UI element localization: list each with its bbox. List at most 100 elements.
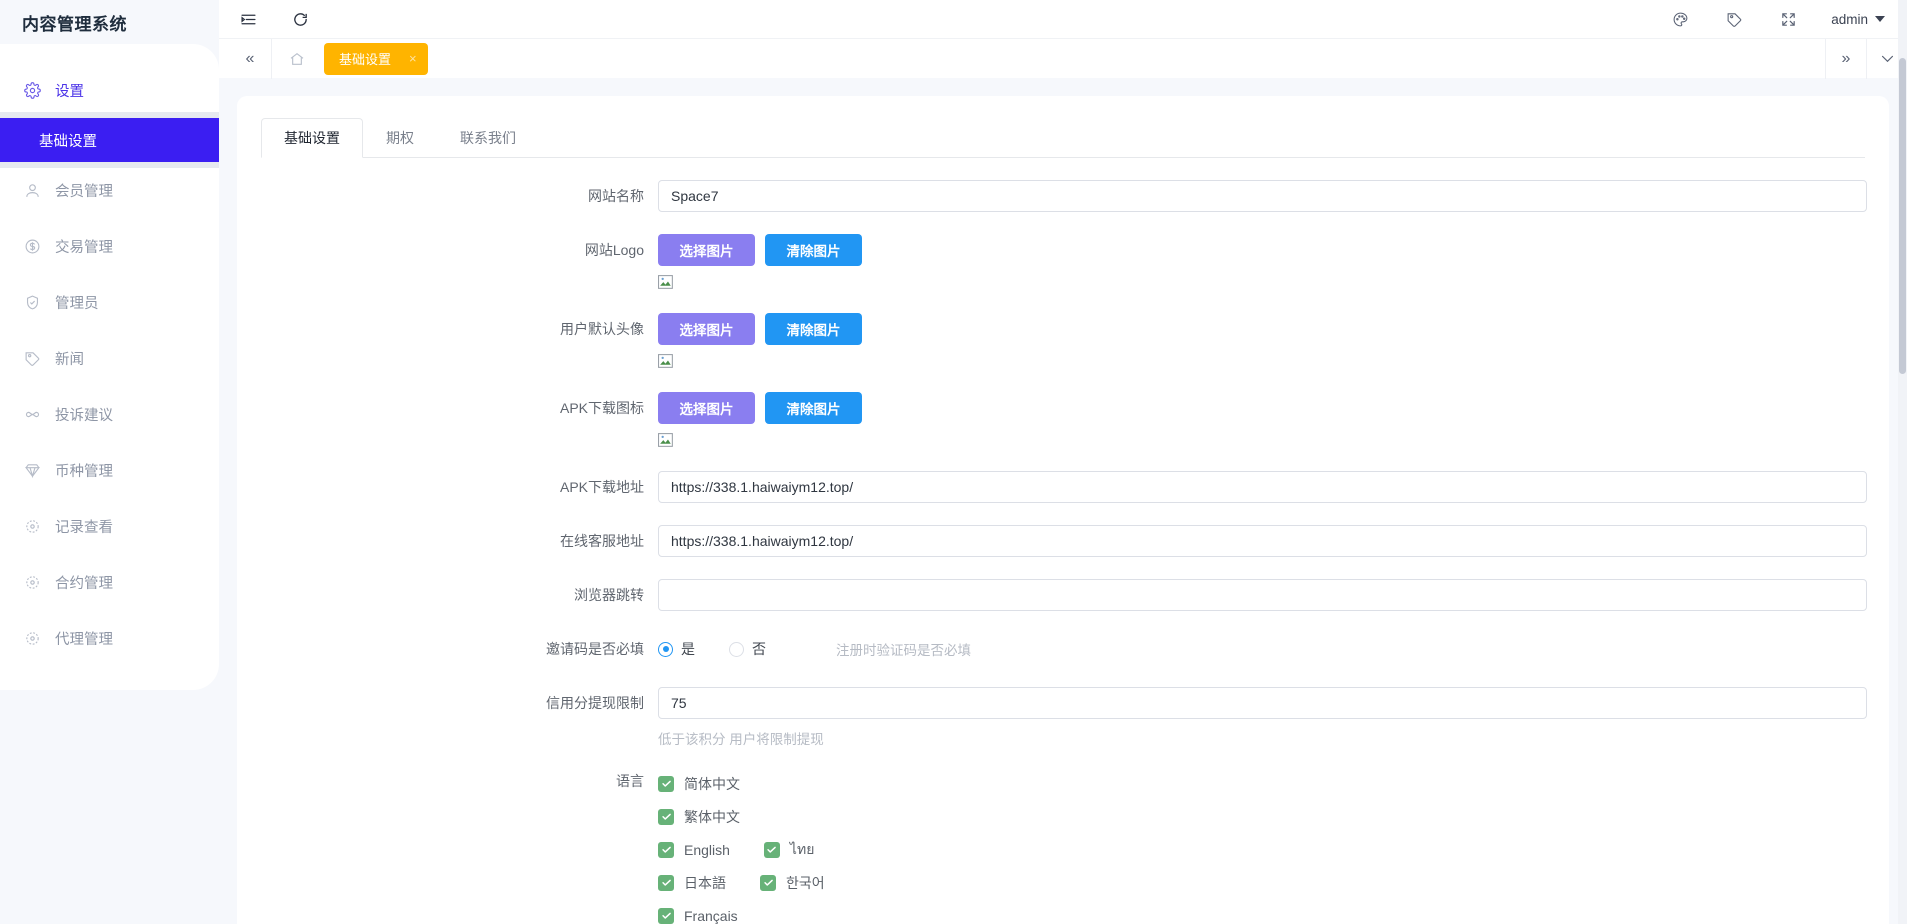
top-toolbar: admin (219, 0, 1907, 38)
field-invite-required: 邀请码是否必填 是 否 注册时验证码是否必填 (237, 633, 1889, 665)
sidebar-item-complaints[interactable]: 投诉建议 (0, 386, 219, 442)
sidebar-item-transactions[interactable]: 交易管理 (0, 218, 219, 274)
field-label: 用户默认头像 (560, 321, 644, 337)
broken-image-icon (658, 274, 675, 291)
main-region: admin « 基础设置 × » 基础设置 期权 联系我们 网站名称 Space… (219, 0, 1907, 924)
sidebar-item-contracts[interactable]: 合约管理 (0, 554, 219, 610)
sidebar-item-label: 会员管理 (55, 183, 113, 200)
sidebar-item-agents[interactable]: 代理管理 (0, 610, 219, 666)
refresh-circle-icon (22, 628, 42, 648)
browser-redirect-input[interactable] (658, 579, 1867, 611)
field-label: 语言 (616, 773, 644, 789)
scrollbar-thumb[interactable] (1899, 58, 1906, 374)
site-name-input[interactable] (658, 180, 1867, 212)
credit-limit-hint: 低于该积分 用户将限制提现 (658, 732, 824, 747)
tab-label: 联系我们 (460, 130, 516, 146)
language-label: 简体中文 (684, 775, 740, 792)
double-chevron-left-icon[interactable]: « (233, 39, 267, 79)
site-logo-select-button[interactable]: 选择图片 (658, 234, 755, 266)
broken-image-icon (658, 353, 675, 370)
sidebar-item-settings[interactable]: 设置 (0, 62, 219, 118)
credit-limit-input[interactable] (658, 687, 1867, 719)
tag-icon[interactable] (1723, 8, 1745, 30)
chevron-down-icon (1875, 16, 1885, 22)
content-area: 基础设置 期权 联系我们 网站名称 Space7 网站Logo 选择图片 清除图… (219, 78, 1907, 924)
tab-options[interactable]: 期权 (363, 118, 437, 158)
field-label: 网站Logo (584, 242, 644, 258)
sidebar-item-label: 合约管理 (55, 575, 113, 592)
fullscreen-icon[interactable] (1777, 8, 1799, 30)
user-menu[interactable]: admin (1831, 12, 1885, 27)
gear-icon (22, 80, 42, 100)
sidebar-subitem-basic-settings[interactable]: 基础设置 (0, 112, 219, 168)
palette-icon[interactable] (1669, 8, 1691, 30)
field-apk-icon: APK下载图标 选择图片 清除图片 (237, 392, 1889, 449)
settings-panel: 基础设置 期权 联系我们 网站名称 Space7 网站Logo 选择图片 清除图… (237, 96, 1889, 924)
sidebar-item-label: 交易管理 (55, 239, 113, 256)
sidebar-item-admins[interactable]: 管理员 (0, 274, 219, 330)
diamond-icon (22, 460, 42, 480)
field-label: 信用分提现限制 (546, 695, 644, 711)
tag-bar: « 基础设置 × » (219, 38, 1907, 79)
vertical-scrollbar[interactable] (1898, 0, 1907, 924)
site-logo-clear-button[interactable]: 清除图片 (765, 234, 862, 266)
checkbox-zh-cn[interactable] (658, 775, 674, 792)
radio-circle-icon (729, 641, 744, 657)
sidebar-item-news[interactable]: 新闻 (0, 330, 219, 386)
checkbox-korean[interactable] (760, 874, 776, 891)
language-row: 繁体中文 (658, 805, 1867, 828)
field-language: 语言 简体中文 繁体中文 English ไทย 日本語 한국어 Françai… (237, 770, 1889, 924)
home-icon[interactable] (276, 39, 318, 79)
tab-label: 期权 (386, 130, 414, 146)
apk-url-input[interactable] (658, 471, 1867, 503)
app-title: 内容管理系统 (0, 0, 219, 44)
language-label: 繁体中文 (684, 808, 740, 825)
field-credit-limit: 信用分提现限制 低于该积分 用户将限制提现 (237, 687, 1889, 748)
settings-form: 网站名称 网站Logo 选择图片 清除图片 (237, 158, 1889, 924)
checkbox-zh-tw[interactable] (658, 808, 674, 825)
sidebar-item-label: 新闻 (55, 351, 84, 368)
sidebar-item-label: 管理员 (55, 295, 99, 312)
infinity-icon (22, 404, 42, 424)
tab-contact-us[interactable]: 联系我们 (437, 118, 539, 158)
tab-basic-settings[interactable]: 基础设置 (261, 118, 363, 158)
field-label: 网站名称 (588, 188, 644, 204)
sidebar-subitem-label: 基础设置 (39, 133, 97, 150)
radio-label: 是 (681, 641, 695, 657)
field-label: 邀请码是否必填 (546, 641, 644, 657)
language-row: 简体中文 (658, 772, 1867, 795)
double-chevron-right-icon[interactable]: » (1826, 39, 1866, 79)
tag-chip-basic-settings[interactable]: 基础设置 × (324, 42, 428, 75)
apk-icon-clear-button[interactable]: 清除图片 (765, 392, 862, 424)
language-label: ไทย (789, 840, 815, 857)
language-row: Français (658, 904, 1867, 924)
language-label: Français (684, 907, 738, 924)
service-url-input[interactable] (658, 525, 1867, 557)
apk-icon-select-button[interactable]: 选择图片 (658, 392, 755, 424)
field-apk-url: APK下载地址 (237, 471, 1889, 503)
checkbox-thai[interactable] (763, 841, 780, 858)
radio-invite-no[interactable]: 否 (729, 639, 766, 659)
user-avatar-clear-button[interactable]: 清除图片 (765, 313, 862, 345)
close-icon[interactable]: × (409, 52, 417, 65)
menu-fold-icon[interactable] (237, 8, 259, 30)
refresh-circle-icon (22, 572, 42, 592)
refresh-icon[interactable] (289, 8, 311, 30)
user-avatar-select-button[interactable]: 选择图片 (658, 313, 755, 345)
checkbox-japanese[interactable] (658, 874, 674, 891)
sidebar-item-label: 币种管理 (55, 463, 113, 480)
radio-label: 否 (752, 641, 766, 657)
language-row: English ไทย (658, 838, 1867, 861)
checkbox-french[interactable] (658, 907, 674, 924)
field-browser-redirect: 浏览器跳转 (237, 579, 1889, 611)
checkbox-english[interactable] (658, 841, 674, 858)
field-service-url: 在线客服地址 (237, 525, 1889, 557)
radio-invite-yes[interactable]: 是 (658, 639, 695, 659)
sidebar-item-records[interactable]: 记录查看 (0, 498, 219, 554)
broken-image-icon (658, 432, 675, 449)
language-label: 日本語 (684, 874, 726, 891)
sidebar-item-currencies[interactable]: 币种管理 (0, 442, 219, 498)
user-name: admin (1831, 11, 1868, 27)
sidebar-item-label: 记录查看 (55, 519, 113, 536)
sidebar-item-members[interactable]: 会员管理 (0, 162, 219, 218)
